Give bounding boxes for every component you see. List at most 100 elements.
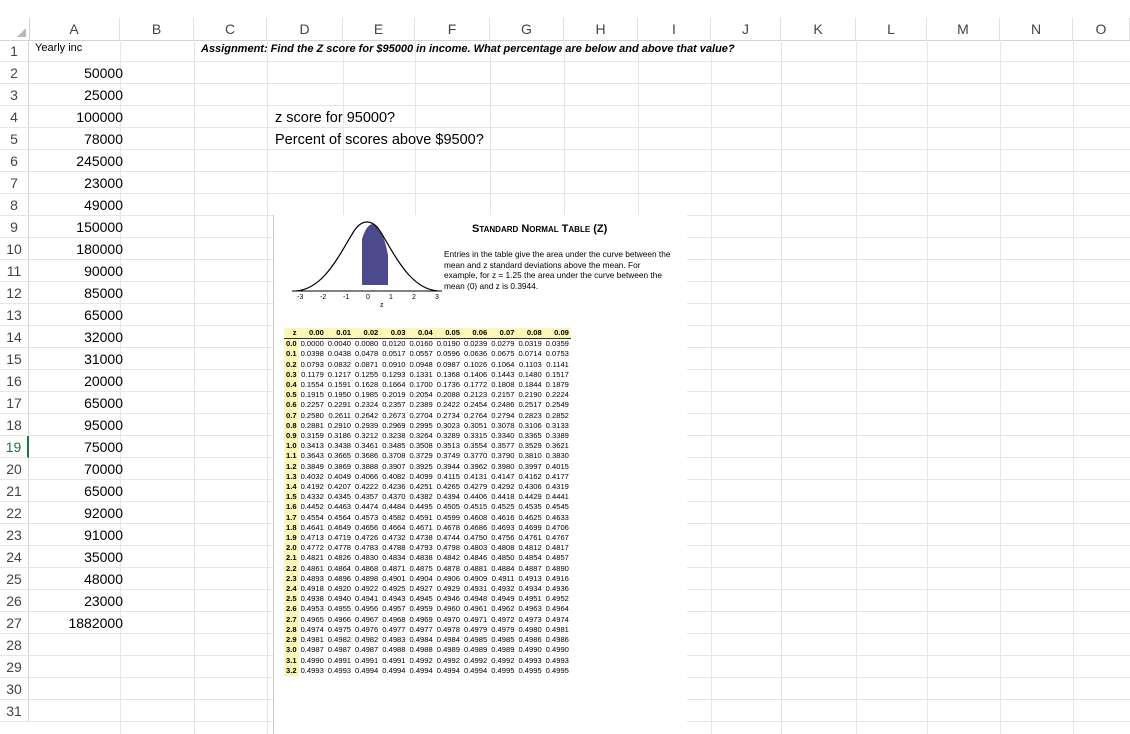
row-header-16[interactable]: 16 <box>0 370 29 392</box>
assignment-text[interactable]: Assignment: Find the Z score for $95000 … <box>201 43 735 55</box>
row-header-24[interactable]: 24 <box>0 546 29 568</box>
column-header-k[interactable]: K <box>781 18 856 40</box>
row-header-3[interactable]: 3 <box>0 84 29 106</box>
row-header-22[interactable]: 22 <box>0 502 29 524</box>
row-header-31[interactable]: 31 <box>0 700 29 722</box>
z-table-cell: 0.3106 <box>518 420 542 430</box>
column-header-m[interactable]: M <box>927 18 1000 40</box>
row-header-11[interactable]: 11 <box>0 260 29 282</box>
income-cell[interactable]: 92000 <box>35 505 123 521</box>
income-cell[interactable]: 150000 <box>35 219 123 235</box>
column-header-e[interactable]: E <box>343 18 415 40</box>
row-header-4[interactable]: 4 <box>0 106 29 128</box>
z-table-cell: 0.4582 <box>382 512 406 522</box>
z-table-cell: 0.4941 <box>355 594 379 604</box>
income-cell[interactable]: 78000 <box>35 131 123 147</box>
income-cell[interactable]: 35000 <box>35 549 123 565</box>
z-table-row: 0.9 0.3159 0.3186 0.3212 0.3238 0.3264 0.3289 0… <box>284 431 571 442</box>
row-header-21[interactable]: 21 <box>0 480 29 502</box>
z-table-cell: 0.3810 <box>518 451 542 461</box>
row-header-18[interactable]: 18 <box>0 414 29 436</box>
column-header-g[interactable]: G <box>490 18 564 40</box>
normal-curve-graphic: -3 -2 -1 0 1 2 3 z <box>292 221 442 309</box>
z-value: 2.2 <box>284 563 299 574</box>
z-table-row: 1.7 0.4554 0.4564 0.4573 0.4582 0.4591 0.4599 0… <box>284 512 571 523</box>
income-cell[interactable]: 23000 <box>35 175 123 191</box>
row-header-29[interactable]: 29 <box>0 656 29 678</box>
row-header-25[interactable]: 25 <box>0 568 29 590</box>
row-header-14[interactable]: 14 <box>0 326 29 348</box>
column-header-n[interactable]: N <box>1000 18 1073 40</box>
row-header-2[interactable]: 2 <box>0 62 29 84</box>
z-table-cell: 0.4992 <box>436 655 460 665</box>
question-z-score[interactable]: z score for 95000? <box>275 110 395 126</box>
axis-tick-label: -1 <box>343 294 349 301</box>
column-header-c[interactable]: C <box>194 18 267 40</box>
z-table-cell: 0.2673 <box>382 410 406 420</box>
z-table-cell: 0.2549 <box>545 400 569 410</box>
z-table-cell: 0.4463 <box>327 502 352 512</box>
income-cell[interactable]: 91000 <box>35 527 123 543</box>
z-table-cell: 0.4993 <box>545 655 569 665</box>
income-cell[interactable]: 85000 <box>35 285 123 301</box>
income-cell[interactable]: 75000 <box>35 439 123 455</box>
income-cell[interactable]: 20000 <box>35 373 123 389</box>
income-cell[interactable]: 100000 <box>35 109 123 125</box>
row-header-17[interactable]: 17 <box>0 392 29 414</box>
row-header-9[interactable]: 9 <box>0 216 29 238</box>
z-table-cell: 0.1808 <box>491 380 515 390</box>
grid-line <box>29 149 1130 150</box>
row-header-20[interactable]: 20 <box>0 458 29 480</box>
income-cell[interactable]: 31000 <box>35 351 123 367</box>
column-header-o[interactable]: O <box>1073 18 1130 40</box>
row-header-13[interactable]: 13 <box>0 304 29 326</box>
row-header-6[interactable]: 6 <box>0 150 29 172</box>
column-header-i[interactable]: I <box>638 18 711 40</box>
income-cell[interactable]: 32000 <box>35 329 123 345</box>
income-cell[interactable]: 49000 <box>35 197 123 213</box>
row-header-30[interactable]: 30 <box>0 678 29 700</box>
row-header-23[interactable]: 23 <box>0 524 29 546</box>
income-cell[interactable]: 65000 <box>35 307 123 323</box>
income-cell[interactable]: 95000 <box>35 417 123 433</box>
column-header-j[interactable]: J <box>711 18 781 40</box>
income-cell[interactable]: 50000 <box>35 65 123 81</box>
row-header-26[interactable]: 26 <box>0 590 29 612</box>
row-header-19[interactable]: 19 <box>0 436 29 458</box>
row-header-12[interactable]: 12 <box>0 282 29 304</box>
income-cell[interactable]: 180000 <box>35 241 123 257</box>
income-cell[interactable]: 65000 <box>35 395 123 411</box>
select-all-corner[interactable] <box>0 18 30 40</box>
z-table-cell: 0.4854 <box>518 553 542 563</box>
column-header-l[interactable]: L <box>856 18 927 40</box>
z-table-cell: 0.4573 <box>355 512 379 522</box>
income-cell[interactable]: 90000 <box>35 263 123 279</box>
row-header-10[interactable]: 10 <box>0 238 29 260</box>
column-header-d[interactable]: D <box>267 18 343 40</box>
z-table-cell: 0.1517 <box>545 369 569 379</box>
income-cell[interactable]: 23000 <box>35 593 123 609</box>
z-table-cell: 0.4441 <box>545 492 569 502</box>
z-table-cell: 0.4761 <box>518 533 542 543</box>
income-cell[interactable]: 70000 <box>35 461 123 477</box>
income-cell[interactable]: 1882000 <box>35 615 123 631</box>
income-cell[interactable]: 48000 <box>35 571 123 587</box>
column-header-b[interactable]: B <box>120 18 194 40</box>
column-header-h[interactable]: H <box>564 18 638 40</box>
row-header-28[interactable]: 28 <box>0 634 29 656</box>
income-cell[interactable]: 25000 <box>35 87 123 103</box>
row-header-15[interactable]: 15 <box>0 348 29 370</box>
cell-a1[interactable]: Yearly inc <box>35 42 82 54</box>
row-header-8[interactable]: 8 <box>0 194 29 216</box>
question-percent-above[interactable]: Percent of scores above $9500? <box>275 132 484 148</box>
z-table-cell: 0.4162 <box>518 471 542 481</box>
row-header-7[interactable]: 7 <box>0 172 29 194</box>
row-header-5[interactable]: 5 <box>0 128 29 150</box>
column-header-f[interactable]: F <box>415 18 490 40</box>
income-cell[interactable]: 245000 <box>35 153 123 169</box>
column-header-a[interactable]: A <box>29 18 120 40</box>
row-header-27[interactable]: 27 <box>0 612 29 634</box>
z-table-header: 0.05 <box>434 328 462 340</box>
income-cell[interactable]: 65000 <box>35 483 123 499</box>
row-header-1[interactable]: 1 <box>0 40 29 62</box>
